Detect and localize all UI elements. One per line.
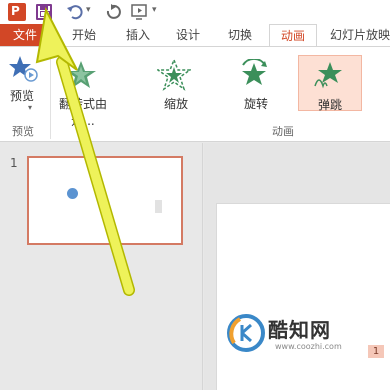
quick-access-toolbar: P ▾ ▾ [0,0,390,24]
tab-transitions[interactable]: 切换 [220,24,260,46]
animation-order-badge[interactable]: 1 [368,345,384,358]
watermark-title: 酷知网 [268,318,331,342]
flip-animation-label: 翻转式由远... [58,97,107,128]
tab-design[interactable]: 设计 [168,24,208,46]
animation-group-label: 动画 [272,125,294,138]
tab-file[interactable]: 文件 [0,24,50,46]
tab-insert[interactable]: 插入 [118,24,158,46]
preview-button[interactable]: 预览 [10,87,34,104]
watermark-url: www.coozhi.com [275,342,342,351]
bounce-star-icon [314,62,342,89]
powerpoint-logo-icon[interactable]: P [8,3,26,21]
slide-number: 1 [10,156,18,170]
group-divider [50,53,51,139]
tab-slideshow[interactable]: 幻灯片放映 [330,24,390,46]
animation-zoom-item[interactable]: 缩放 [145,55,207,111]
customize-qat-icon[interactable]: ▾ [152,5,157,15]
animation-spin-item[interactable]: 旋转 [225,55,287,111]
animation-flip-item[interactable]: 翻转式由远... [52,55,114,128]
zoom-star-icon [157,59,191,91]
circle-shape-thumbnail [67,188,78,199]
flip-star-icon [66,61,96,88]
coozhi-logo-icon [227,314,265,352]
preview-dropdown-icon[interactable]: ▾ [28,103,32,112]
undo-dropdown-icon[interactable]: ▾ [86,5,91,15]
spin-animation-label: 旋转 [243,97,268,111]
zoom-animation-label: 缩放 [163,97,188,111]
preview-star-icon [9,56,38,82]
tab-home[interactable]: 开始 [64,24,104,46]
redo-icon[interactable] [104,3,122,21]
tab-animations[interactable]: 动画 [269,24,317,47]
slide-canvas[interactable] [216,203,390,390]
ribbon-tabs: 文件 开始 插入 设计 切换 动画 幻灯片放映 [0,24,390,47]
spin-star-icon [242,59,267,85]
animation-bounce-item[interactable]: 弹跳 [298,55,362,112]
undo-icon[interactable] [66,3,84,21]
ribbon: 预览 ▾ 预览 翻转式由远... 缩放 旋转 弹跳 动画 [0,46,390,142]
save-icon[interactable] [36,4,52,20]
bounce-animation-label: 弹跳 [317,98,342,112]
from-beginning-icon[interactable] [130,3,154,21]
preview-group-label: 预览 [12,125,34,138]
slide-placeholder-marker [155,200,162,213]
